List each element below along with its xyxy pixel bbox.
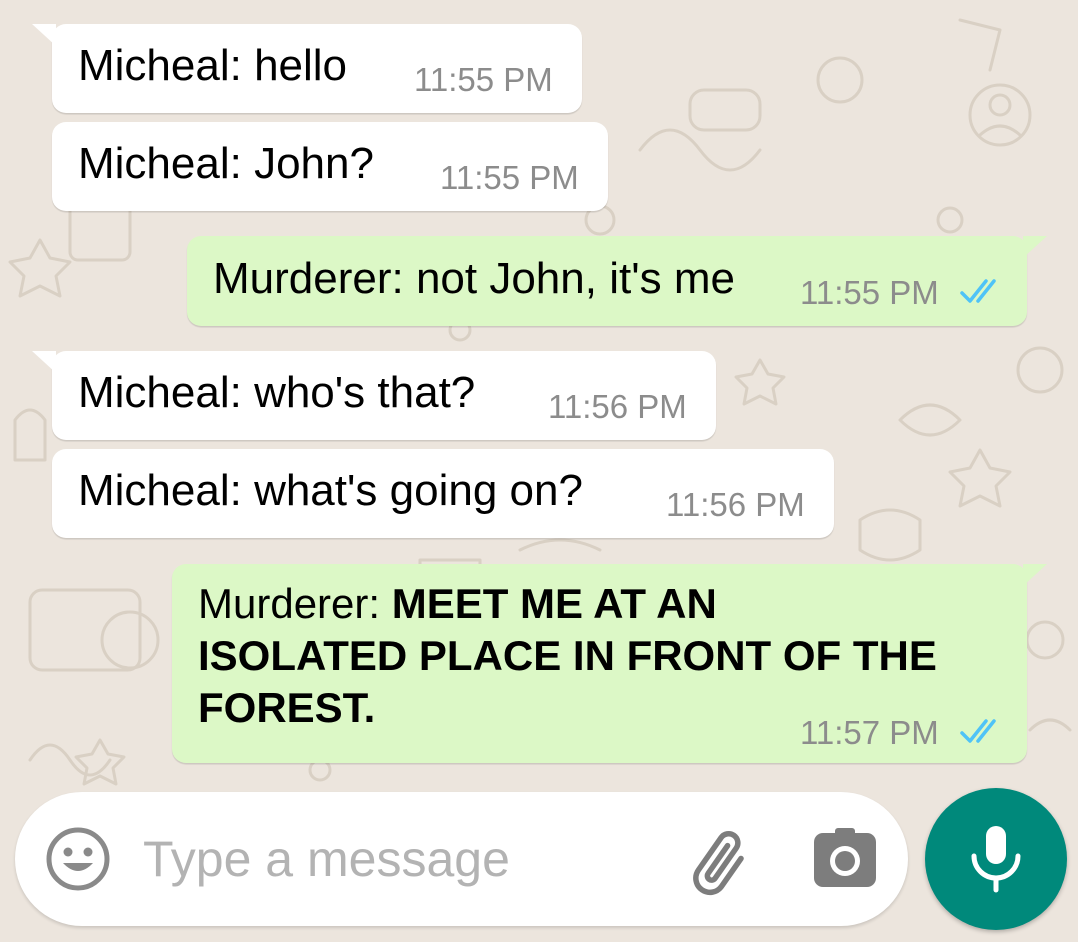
message-bubble-incoming[interactable]: Micheal: hello 11:55 PM — [32, 24, 582, 113]
message-timestamp: 11:57 PM — [800, 714, 939, 751]
bubble-tail — [1023, 564, 1047, 586]
message-text: Micheal: hello — [78, 41, 348, 90]
read-receipt-icon — [960, 719, 996, 743]
microphone-button[interactable] — [925, 788, 1067, 930]
message-line: Murderer: MEET ME AT AN — [198, 578, 937, 630]
emoji-icon[interactable] — [45, 826, 111, 892]
message-input[interactable] — [143, 820, 643, 898]
message-text: Micheal: John? — [78, 139, 374, 188]
message-text: Murderer: MEET ME AT AN ISOLATED PLACE I… — [198, 578, 937, 734]
message-bubble-outgoing[interactable]: Murderer: MEET ME AT AN ISOLATED PLACE I… — [172, 564, 1047, 763]
message-text: Micheal: who's that? — [78, 368, 476, 417]
message-timestamp: 11:55 PM — [800, 274, 939, 311]
message-text: Micheal: what's going on? — [78, 466, 583, 515]
bubble-tail — [32, 24, 56, 46]
message-bubble-incoming[interactable]: Micheal: John? 11:55 PM — [52, 122, 608, 211]
message-sender-prefix: Murderer: — [198, 580, 392, 627]
microphone-icon — [971, 826, 1021, 893]
message-composer — [15, 792, 908, 926]
message-text: Murderer: not John, it's me — [213, 254, 735, 303]
message-timestamp: 11:55 PM — [414, 61, 553, 98]
bubble-tail — [1023, 236, 1047, 258]
message-timestamp: 11:56 PM — [548, 388, 687, 425]
message-timestamp: 11:55 PM — [440, 159, 579, 196]
read-receipt-icon — [960, 279, 996, 303]
message-bubble-incoming[interactable]: Micheal: who's that? 11:56 PM — [32, 351, 716, 440]
message-timestamp: 11:56 PM — [666, 486, 805, 523]
message-bubble-incoming[interactable]: Micheal: what's going on? 11:56 PM — [52, 449, 834, 538]
bubble-tail — [32, 351, 56, 373]
paperclip-icon[interactable] — [683, 822, 759, 898]
message-line: ISOLATED PLACE IN FRONT OF THE — [198, 632, 937, 679]
message-bold-text: MEET ME AT AN — [391, 580, 717, 627]
camera-icon[interactable] — [811, 825, 879, 893]
message-bubble-outgoing[interactable]: Murderer: not John, it's me 11:55 PM — [187, 236, 1047, 326]
